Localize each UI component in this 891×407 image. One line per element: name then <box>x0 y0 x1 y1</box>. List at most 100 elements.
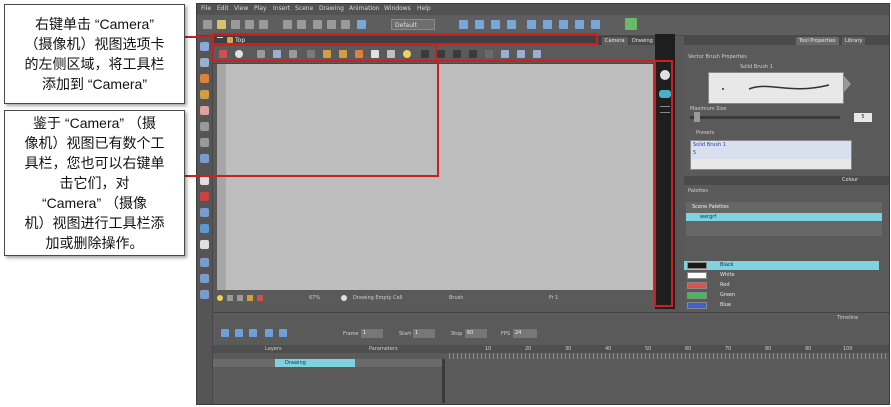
onion-skin-icon[interactable] <box>543 20 552 29</box>
align-icon[interactable] <box>491 20 500 29</box>
morph-tool-icon[interactable] <box>200 290 209 299</box>
frame-mode-icon[interactable] <box>237 295 243 301</box>
maximum-size-slider[interactable] <box>690 116 840 119</box>
timeline-divider[interactable] <box>442 359 445 403</box>
palette-item[interactable]: wergrf <box>686 213 882 221</box>
start-field[interactable]: 1 <box>413 329 435 338</box>
menu-view[interactable]: View <box>234 5 248 12</box>
grid-icon[interactable] <box>527 20 536 29</box>
preview-icon[interactable] <box>575 20 584 29</box>
align-icon[interactable] <box>517 50 525 58</box>
brush-tool-icon[interactable] <box>200 74 209 83</box>
menu-insert[interactable]: Insert <box>273 5 290 12</box>
select-tool-icon[interactable] <box>200 42 209 51</box>
import-icon[interactable] <box>245 20 254 29</box>
frame-field[interactable]: 1 <box>361 329 383 338</box>
cut-icon[interactable] <box>313 20 322 29</box>
bend-icon[interactable] <box>485 50 493 58</box>
render-icon[interactable] <box>357 20 366 29</box>
hand-tool-icon[interactable] <box>200 224 209 233</box>
menu-play[interactable]: Play <box>254 5 267 12</box>
shape-tool-icon[interactable] <box>200 154 209 163</box>
layer-drawing[interactable]: Drawing <box>275 359 355 367</box>
pencil-tool-icon[interactable] <box>200 90 209 99</box>
slider-handle[interactable] <box>694 112 700 122</box>
tab-camera[interactable]: Camera <box>602 37 628 45</box>
scene-settings-icon[interactable] <box>591 20 600 29</box>
workspace-icon[interactable] <box>625 18 637 30</box>
snap-icon[interactable] <box>501 50 509 58</box>
save-icon[interactable] <box>231 20 240 29</box>
swatch-black[interactable]: Black <box>684 261 879 270</box>
preset-list[interactable]: Solid Brush 1 5 <box>690 140 852 170</box>
menu-scene[interactable]: Scene <box>295 5 313 12</box>
tab-library[interactable]: Library <box>842 37 866 45</box>
swatch-white[interactable]: White <box>684 271 879 280</box>
swatch-red-chip <box>687 282 707 289</box>
zoom-reset-icon[interactable] <box>341 295 347 301</box>
line-style-icon[interactable] <box>437 50 445 58</box>
highlight-camera-toolbar <box>212 44 437 62</box>
swatch-green[interactable]: Green <box>684 291 879 300</box>
play-icon[interactable] <box>221 329 229 337</box>
ruler-50: 50 <box>645 346 652 352</box>
callout-bottom-line: 像机）视图已有数个工 <box>24 135 165 151</box>
timeline-ruler[interactable] <box>449 353 889 359</box>
pivot-icon[interactable] <box>533 50 541 58</box>
palette-list[interactable]: Scene Palettes wergrf <box>686 202 882 236</box>
light-table-icon[interactable] <box>217 295 223 301</box>
preset-item[interactable]: Solid Brush 1 5 <box>691 141 851 159</box>
connector-bottom <box>184 175 439 177</box>
stop-field[interactable]: 60 <box>465 329 487 338</box>
tab-drawing[interactable]: Drawing <box>629 37 656 45</box>
layer-row[interactable]: Drawing <box>213 359 443 367</box>
transform-tool-icon[interactable] <box>200 274 209 283</box>
sound-icon[interactable] <box>279 329 287 337</box>
loop-icon[interactable] <box>249 329 257 337</box>
dropper-tool-icon[interactable] <box>200 192 209 201</box>
camera-viewport[interactable] <box>217 64 653 290</box>
menu-drawing[interactable]: Drawing <box>319 5 344 12</box>
texture-icon[interactable] <box>469 50 477 58</box>
rotate-view-icon[interactable] <box>200 258 209 267</box>
zoom-tool-icon[interactable] <box>200 240 209 249</box>
transform-icon[interactable] <box>459 20 468 29</box>
new-icon[interactable] <box>203 20 212 29</box>
record-icon[interactable] <box>257 295 263 301</box>
eraser-tool-icon[interactable] <box>200 106 209 115</box>
first-frame-icon[interactable] <box>265 329 273 337</box>
open-icon[interactable] <box>217 20 226 29</box>
export-icon[interactable] <box>259 20 268 29</box>
lock-icon[interactable] <box>247 295 253 301</box>
redo-icon[interactable] <box>297 20 306 29</box>
menu-help[interactable]: Help <box>417 5 431 12</box>
menu-windows[interactable]: Windows <box>384 5 411 12</box>
menu-edit[interactable]: Edit <box>217 5 229 12</box>
stroke-width-icon[interactable] <box>453 50 461 58</box>
brush-preview[interactable] <box>708 72 844 104</box>
zoom-level[interactable]: 67% <box>309 295 320 301</box>
flip-icon[interactable] <box>507 20 516 29</box>
snap-icon[interactable] <box>475 20 484 29</box>
swatch-red[interactable]: Red <box>684 281 879 290</box>
contour-editor-icon[interactable] <box>200 58 209 67</box>
stroke-tool-icon[interactable] <box>200 176 209 185</box>
swatch-blue[interactable]: Blue <box>684 301 879 310</box>
tab-tool-properties[interactable]: Tool Properties <box>796 37 839 45</box>
drawing-mode-select[interactable]: Default <box>391 19 435 30</box>
undo-icon[interactable] <box>283 20 292 29</box>
menu-file[interactable]: File <box>201 5 211 12</box>
cutter-tool-icon[interactable] <box>200 138 209 147</box>
paint-tool-icon[interactable] <box>200 208 209 217</box>
copy-icon[interactable] <box>327 20 336 29</box>
harmony-app-window: File Edit View Play Insert Scene Drawing… <box>196 3 890 405</box>
menu-animation[interactable]: Animation <box>349 5 380 12</box>
next-arrow-icon[interactable] <box>844 76 851 92</box>
paste-icon[interactable] <box>341 20 350 29</box>
text-tool-icon[interactable] <box>200 122 209 131</box>
maximum-size-value[interactable]: 5 <box>854 113 872 122</box>
fps-field[interactable]: 24 <box>513 329 537 338</box>
onion-skin-icon[interactable] <box>227 295 233 301</box>
light-table-icon[interactable] <box>559 20 568 29</box>
stop-icon[interactable] <box>235 329 243 337</box>
